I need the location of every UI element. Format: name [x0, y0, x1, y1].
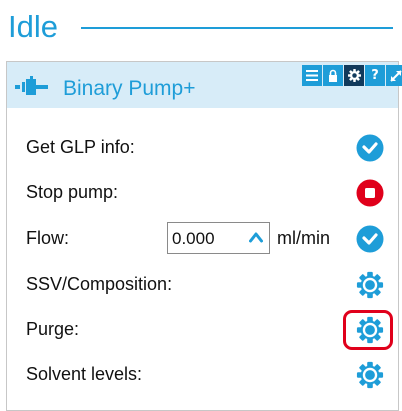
row-flow: Flow: 0.000 ml/min	[7, 218, 398, 258]
row-purge: Purge:	[7, 309, 398, 350]
help-icon[interactable]: ?	[365, 65, 385, 86]
flow-label: Flow:	[26, 228, 70, 248]
execute-icon[interactable]	[356, 225, 384, 253]
module-name: Binary Pump+	[63, 77, 196, 100]
row-stop-pump: Stop pump:	[7, 172, 398, 212]
row-ssv-composition: SSV/Composition:	[7, 264, 398, 304]
menu-icon[interactable]	[302, 65, 322, 86]
flow-value: 0.000	[172, 229, 215, 248]
expand-icon[interactable]	[386, 65, 402, 86]
stop-icon[interactable]	[356, 179, 384, 207]
row-get-glp-info: Get GLP info:	[7, 127, 398, 167]
settings-gear-icon[interactable]	[356, 271, 384, 299]
flow-input[interactable]: 0.000	[167, 222, 270, 254]
help-label: ?	[371, 68, 379, 83]
settings-gear-icon[interactable]	[356, 316, 384, 344]
ssv-composition-label: SSV/Composition:	[26, 274, 173, 294]
lock-icon[interactable]	[323, 65, 343, 86]
status-title: Idle	[8, 9, 58, 44]
gear-icon[interactable]	[344, 65, 364, 86]
execute-icon[interactable]	[356, 134, 384, 162]
pump-module-icon	[15, 76, 53, 103]
module-header: Binary Pump+ ?	[7, 62, 402, 108]
title-divider	[81, 27, 393, 29]
get-glp-info-label: Get GLP info:	[26, 137, 135, 157]
spin-up-icon[interactable]	[249, 230, 263, 248]
solvent-levels-label: Solvent levels:	[26, 364, 143, 384]
flow-unit: ml/min	[277, 228, 330, 248]
purge-label: Purge:	[26, 319, 80, 339]
settings-gear-icon[interactable]	[356, 361, 384, 389]
stop-pump-label: Stop pump:	[26, 182, 119, 202]
module-panel: Binary Pump+ ? Get GLP info: Stop pump: …	[6, 61, 402, 411]
module-toolbar: ?	[302, 65, 402, 86]
row-solvent-levels: Solvent levels:	[7, 354, 398, 394]
